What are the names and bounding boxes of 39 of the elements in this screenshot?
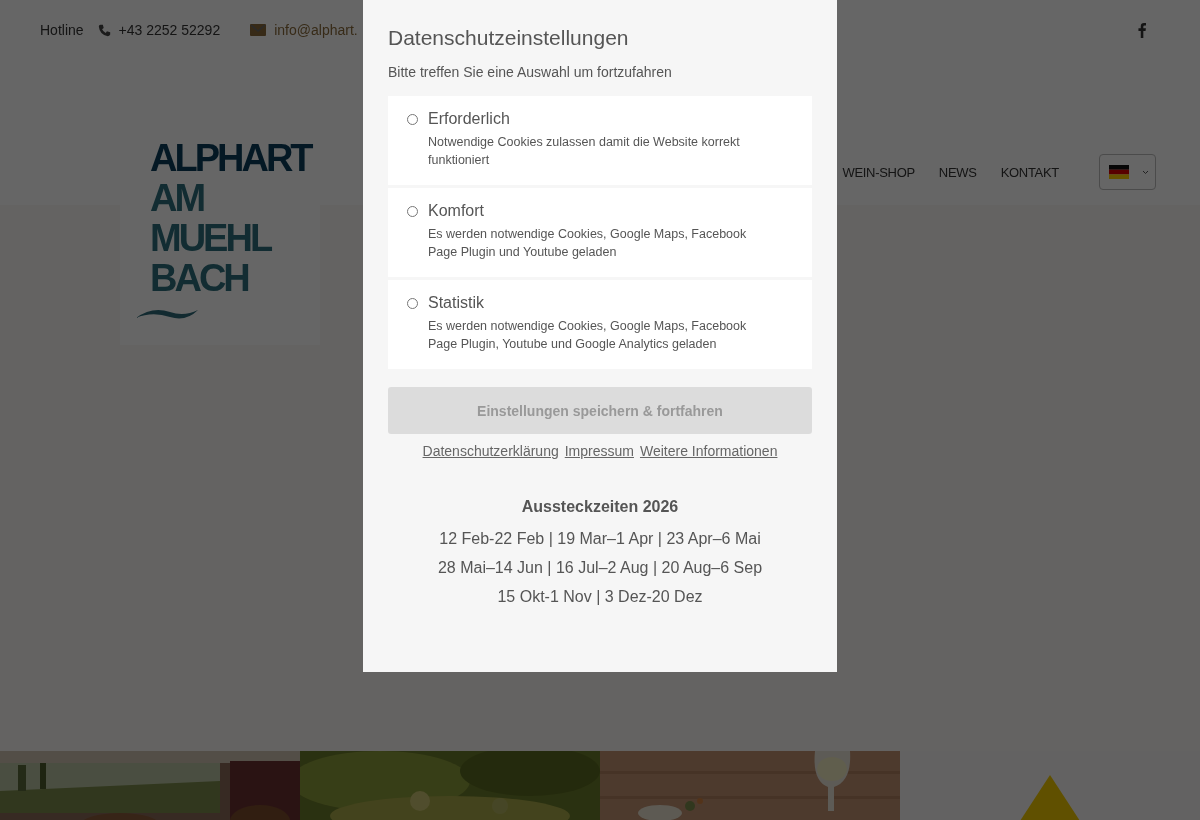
logo-text: BACH: [150, 258, 249, 298]
dialog-subtitle: Bitte treffen Sie eine Auswahl um fortzufahren: [388, 64, 673, 80]
flag-icon: [1109, 165, 1129, 179]
schedule-title: Aussteckzeiten 2026: [521, 498, 679, 516]
logo-text: ALPHART: [150, 138, 313, 178]
footer-link[interactable]: Weitere Informationen: [639, 443, 778, 459]
option-description: Notwendige Cookies zulassen damit die Website korrekt funktioniert: [428, 134, 741, 169]
radio-button[interactable]: [407, 298, 418, 309]
schedule-dates: 12 Feb-22 Feb | 19 Mar–1 Apr | 23 Apr–6 Mai: [439, 529, 761, 549]
footer-link[interactable]: Datenschutzerklärung: [422, 443, 559, 459]
logo-text: AM: [150, 178, 205, 218]
option-label: Erforderlich: [428, 110, 511, 128]
nav-link[interactable]: NEWS: [938, 164, 977, 180]
nav-link[interactable]: WEIN-SHOP: [842, 164, 915, 180]
schedule-dates: 28 Mai–14 Jun | 16 Jul–2 Aug | 20 Aug–6 Sep: [437, 558, 763, 578]
option-description: Es werden notwendige Cookies, Google Maps, Facebook Page Plugin und Youtube geladen: [428, 226, 748, 261]
option-label: Komfort: [428, 202, 485, 220]
option-label: Statistik: [428, 294, 485, 312]
envelope-icon: [250, 24, 267, 36]
wave-icon: [136, 308, 198, 321]
option-card[interactable]: Erforderlich Notwendige Cookies zulassen damit die Website korrekt funktioniert: [388, 96, 812, 185]
caret-icon: [1142, 169, 1149, 175]
radio-button[interactable]: [407, 206, 418, 217]
logo-text: MUEHL: [150, 218, 272, 258]
triangle-icon: [1020, 775, 1080, 820]
facebook-icon[interactable]: [1137, 22, 1147, 38]
dialog-title: Datenschutzeinstellungen: [388, 26, 630, 50]
phone-icon: [97, 23, 111, 37]
nav-link[interactable]: KONTAKT: [1000, 164, 1059, 180]
phone-link[interactable]: +43 2252 52292: [118, 22, 221, 38]
schedule-dates: 15 Okt-1 Nov | 3 Dez-20 Dez: [497, 587, 703, 607]
footer-link[interactable]: Impressum: [564, 443, 634, 459]
option-description: Es werden notwendige Cookies, Google Maps, Facebook Page Plugin, Youtube und Google Analytics geladen: [428, 318, 748, 353]
hotline-label: Hotline: [40, 22, 84, 38]
radio-button[interactable]: [407, 114, 418, 125]
option-card[interactable]: Komfort Es werden notwendige Cookies, Google Maps, Facebook Page Plugin und Youtube geladen: [388, 188, 812, 277]
language-selector[interactable]: [1099, 154, 1156, 190]
email-link[interactable]: info@alphart.: [274, 22, 358, 38]
option-card[interactable]: Statistik Es werden notwendige Cookies, Google Maps, Facebook Page Plugin, Youtube und Google Analytics geladen: [388, 280, 812, 369]
